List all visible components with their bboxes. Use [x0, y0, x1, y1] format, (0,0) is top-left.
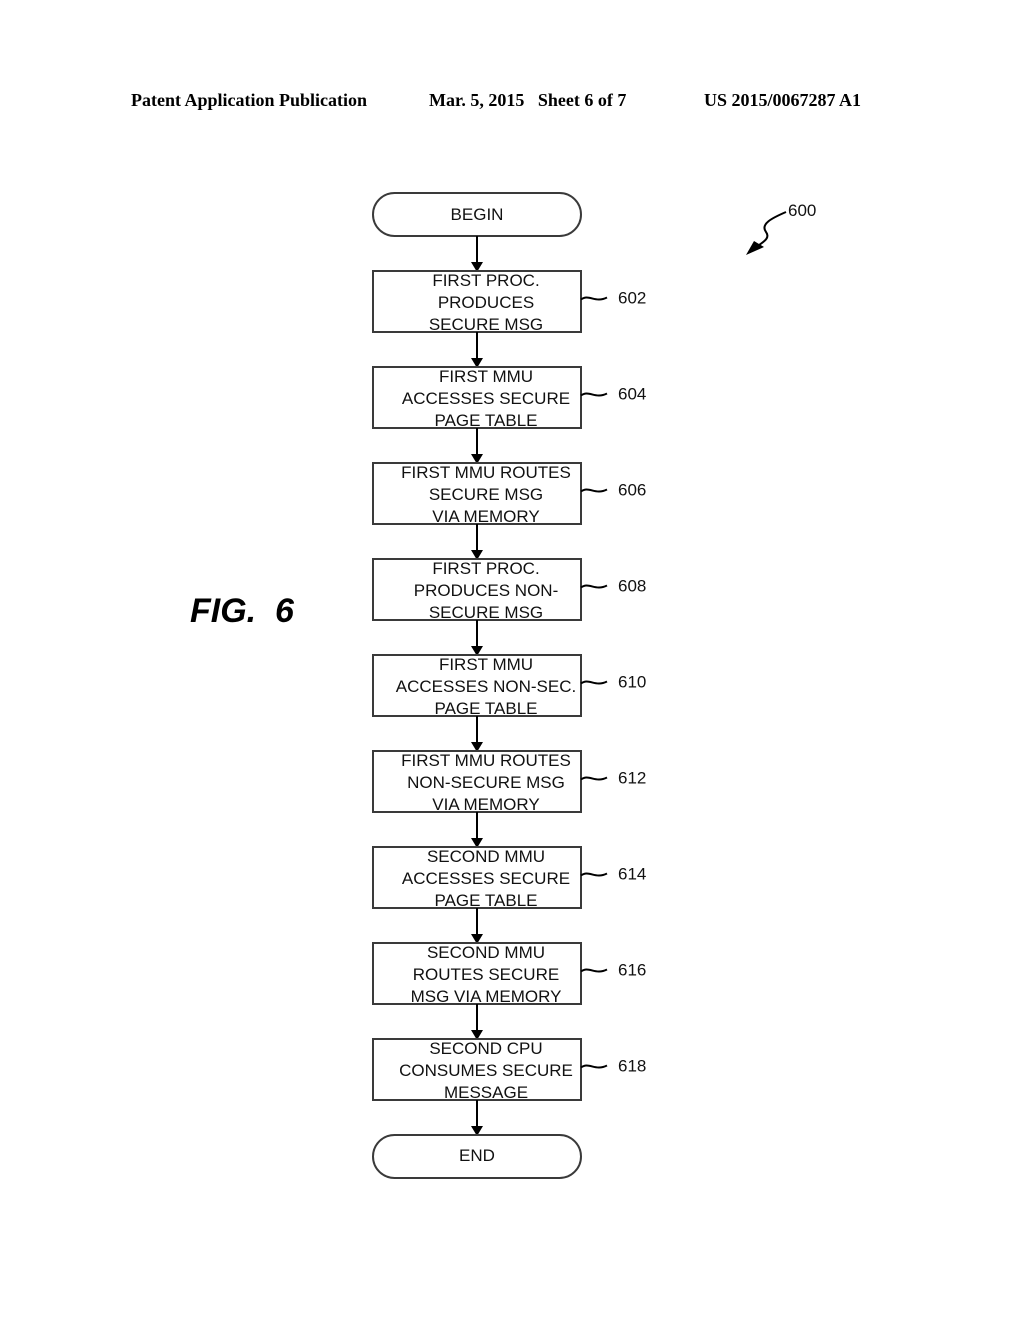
reference-leader-icon [580, 776, 608, 781]
step-reference-number: 604 [618, 385, 646, 404]
process-step-612: FIRST MMU ROUTES NON-SECURE MSG VIA MEMORY… [372, 750, 646, 814]
process-text-line: SECOND MMU [427, 847, 545, 866]
process-text-line: SECOND CPU [429, 1039, 542, 1058]
process-text-line: FIRST PROC. [432, 559, 539, 578]
process-text-line: SECURE MSG [429, 315, 543, 334]
process-text-line: PRODUCES NON- [414, 581, 559, 600]
process-step-606: FIRST MMU ROUTES SECURE MSG VIA MEMORY 606 [372, 462, 646, 526]
process-text-line: ROUTES SECURE [413, 965, 559, 984]
figure-label: FIG. 6 [190, 592, 295, 630]
process-text-line: PAGE TABLE [435, 411, 538, 430]
process-text-line: SECURE MSG [429, 603, 543, 622]
end-terminal: END [372, 1134, 582, 1179]
process-text-line: ACCESSES NON-SEC. [396, 677, 576, 696]
step-reference-number: 618 [618, 1057, 646, 1076]
process-text-line: PRODUCES [438, 293, 534, 312]
begin-label: BEGIN [451, 205, 504, 224]
process-text-line: FIRST MMU ROUTES [401, 463, 571, 482]
flowchart-diagram: FIG. 6 600 BEGIN FIRST PROC. PRODUCES SECU… [190, 192, 816, 1179]
process-text-line: FIRST MMU ROUTES [401, 751, 571, 770]
process-text-line: MSG VIA MEMORY [411, 987, 562, 1006]
process-step-614: SECOND MMU ACCESSES SECURE PAGE TABLE 614 [372, 846, 646, 910]
process-text-line: MESSAGE [444, 1083, 528, 1102]
end-label: END [459, 1146, 495, 1165]
figure-reference-group: 600 [746, 201, 816, 255]
process-text-line: NON-SECURE MSG [407, 773, 565, 792]
process-text-line: VIA MEMORY [432, 795, 539, 814]
step-reference-number: 614 [618, 865, 646, 884]
reference-leader-icon [580, 584, 608, 589]
reference-leader-icon [580, 488, 608, 493]
process-text-line: ACCESSES SECURE [402, 389, 570, 408]
process-step-608: FIRST PROC. PRODUCES NON- SECURE MSG 608 [372, 558, 646, 622]
step-reference-number: 606 [618, 481, 646, 500]
process-text-line: FIRST MMU [439, 655, 533, 674]
process-text-line: PAGE TABLE [435, 699, 538, 718]
process-text-line: SECURE MSG [429, 485, 543, 504]
step-reference-number: 612 [618, 769, 646, 788]
begin-terminal: BEGIN [372, 192, 582, 237]
process-text-line: ACCESSES SECURE [402, 869, 570, 888]
step-reference-number: 602 [618, 289, 646, 308]
reference-leader-icon [580, 392, 608, 397]
process-step-604: FIRST MMU ACCESSES SECURE PAGE TABLE 604 [372, 366, 646, 430]
reference-leader-icon [580, 968, 608, 973]
process-text-line: FIRST MMU [439, 367, 533, 386]
process-step-610: FIRST MMU ACCESSES NON-SEC. PAGE TABLE 610 [372, 654, 646, 718]
reference-leader-icon [580, 296, 608, 301]
process-text-line: VIA MEMORY [432, 507, 539, 526]
process-step-616: SECOND MMU ROUTES SECURE MSG VIA MEMORY 616 [372, 942, 646, 1006]
reference-leader-icon [580, 680, 608, 685]
process-step-618: SECOND CPU CONSUMES SECURE MESSAGE 618 [372, 1038, 646, 1102]
process-step-602: FIRST PROC. PRODUCES SECURE MSG 602 [372, 270, 646, 334]
step-reference-number: 616 [618, 961, 646, 980]
process-text-line: SECOND MMU [427, 943, 545, 962]
step-reference-number: 610 [618, 673, 646, 692]
step-reference-number: 608 [618, 577, 646, 596]
process-text-line: PAGE TABLE [435, 891, 538, 910]
reference-leader-icon [580, 872, 608, 877]
figure-reference-number: 600 [788, 201, 816, 220]
process-text-line: CONSUMES SECURE [399, 1061, 573, 1080]
process-text-line: FIRST PROC. [432, 271, 539, 290]
reference-leader-icon [580, 1064, 608, 1069]
